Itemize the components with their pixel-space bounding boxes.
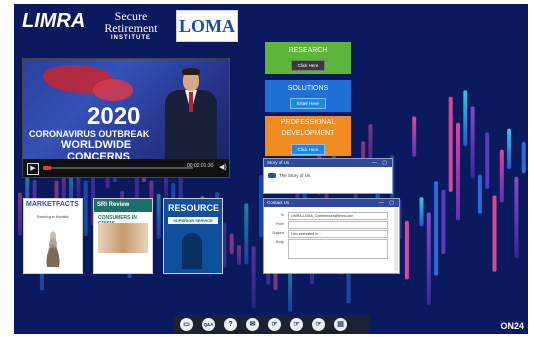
event-console: LIMRA Secure Retirement INSTITUTE LOMA 2… (14, 4, 528, 334)
resource-subtitle: SUPERIOR SERVICE (168, 217, 218, 224)
decorative-bar (412, 116, 417, 157)
decorative-bar (441, 189, 446, 255)
decorative-bar (251, 246, 256, 309)
sri-logo-line3: INSTITUTE (111, 35, 151, 41)
story-of-us-window: Story of Us — ▢ The Story of Us (263, 158, 393, 194)
stacked-stones-image (38, 229, 68, 267)
share-icon[interactable]: ☞ (312, 318, 325, 331)
sri-logo-line2: Retirement (104, 21, 158, 35)
contact-window-title: Contact Us (267, 200, 290, 205)
limra-mini-logo-icon (268, 173, 276, 179)
sri-logo: Secure Retirement INSTITUTE (96, 10, 166, 42)
resources-icon[interactable]: ☞ (268, 318, 281, 331)
story-item[interactable]: The Story of Us (268, 173, 311, 179)
loma-logo: LOMA (176, 10, 238, 42)
solutions-panel: SOLUTIONS Enter Here (265, 80, 351, 112)
subject-field[interactable]: I am interested in... (288, 230, 388, 238)
video-controls: ▶ 00:02:01:30 ◀) (23, 159, 229, 177)
seek-bar[interactable] (43, 166, 193, 170)
contact-scrollbar[interactable] (394, 208, 398, 271)
links-icon[interactable]: ☞ (290, 318, 303, 331)
decorative-bar (492, 195, 497, 272)
email-icon[interactable]: ✉ (246, 318, 259, 331)
decorative-bar (229, 233, 234, 254)
story-item-label: The Story of Us (279, 173, 311, 178)
resource-publication[interactable]: RESOURCE SUPERIOR SERVICE (163, 198, 223, 274)
body-label: Body (276, 240, 284, 244)
help-icon[interactable]: ? (224, 318, 237, 331)
decorative-bar (477, 174, 482, 214)
from-label: From (275, 222, 284, 226)
decorative-bar (456, 122, 460, 221)
video-map-hotspot (93, 79, 133, 101)
story-window-titlebar[interactable]: Story of Us — ▢ (264, 159, 392, 167)
research-button[interactable]: Click Here (290, 60, 326, 71)
profdev-title-line2: DEVELOPMENT (281, 130, 335, 137)
seek-progress (43, 166, 51, 170)
news-anchor-hair (182, 68, 200, 75)
notes-icon[interactable]: ▤ (334, 318, 347, 331)
decorative-bar (404, 220, 409, 280)
video-time: 00:02:01:30 (187, 163, 214, 169)
subject-label: Subject (272, 231, 284, 235)
limra-logo: LIMRA (22, 10, 86, 32)
contact-window-titlebar[interactable]: Contact Us — ▢ (264, 199, 399, 207)
decorative-bar (419, 197, 424, 227)
video-year: 2020 (87, 103, 141, 130)
decorative-bar (237, 245, 241, 266)
news-anchor-tie (189, 92, 193, 112)
video-caption-line2: WORLDWIDE (61, 139, 132, 151)
decorative-bar (499, 149, 504, 203)
profdev-title-line1: PROFESSIONAL (280, 119, 336, 126)
to-label: To (280, 213, 284, 217)
video-player[interactable]: 2020 CORONAVIRUS OUTBREAK WORLDWIDE CONC… (22, 58, 230, 178)
from-field[interactable] (288, 221, 388, 229)
slides-icon[interactable]: ▭ (180, 318, 193, 331)
decorative-bar (156, 193, 161, 239)
decorative-bar (507, 128, 512, 170)
decorative-bar (426, 212, 431, 305)
solutions-button[interactable]: Enter Here (290, 98, 326, 109)
resource-title: RESOURCE (168, 203, 220, 213)
window-controls-icon[interactable]: — ▢ (372, 159, 389, 167)
professional-development-panel: PROFESSIONAL DEVELOPMENT Click Here (265, 116, 351, 156)
window-controls-icon[interactable]: — ▢ (379, 199, 396, 207)
research-title: RESEARCH (288, 47, 328, 54)
story-window-title: Story of Us (267, 160, 290, 165)
market-facts-title: MARKETFACTS (26, 201, 79, 208)
handshake-image (98, 223, 148, 253)
decorative-bar (222, 222, 227, 268)
sri-review-title: SRI Review (94, 199, 152, 212)
solutions-title: SOLUTIONS (287, 85, 329, 92)
volume-icon[interactable]: ◀) (219, 163, 227, 171)
body-field[interactable] (288, 239, 388, 259)
decorative-bar (514, 176, 519, 259)
console-toolbar: ▭ Q&A ? ✉ ☞ ☞ ☞ ▤ (174, 315, 370, 334)
contact-us-window: Contact Us — ▢ To LIMRA-LOMA_Conferences… (263, 198, 400, 274)
research-panel: RESEARCH Click Here (265, 42, 351, 74)
decorative-bar (244, 203, 249, 265)
qa-icon[interactable]: Q&A (202, 318, 215, 331)
decorative-bar (83, 180, 88, 237)
sri-review-publication[interactable]: SRI Review CONSUMERS IN CRISIS (93, 198, 153, 274)
on24-logo: ON24 (500, 321, 524, 331)
decorative-bar (448, 96, 453, 192)
video-caption-line1: CORONAVIRUS OUTBREAK (29, 129, 150, 139)
profdev-button[interactable]: Click Here (290, 144, 326, 155)
market-facts-publication[interactable]: MARKETFACTS Reacting to Mortality (23, 198, 83, 274)
decorative-bar (521, 142, 526, 174)
to-field[interactable]: LIMRA-LOMA_Conferences@limra.com (288, 212, 388, 220)
decorative-bar (434, 181, 439, 276)
decorative-bar (463, 90, 468, 146)
play-icon[interactable]: ▶ (27, 163, 39, 175)
decorative-bar (485, 132, 490, 189)
decorative-bar (18, 192, 22, 236)
decorative-bar (470, 106, 475, 179)
market-facts-subtitle: Reacting to Mortality (37, 215, 69, 219)
person-silhouette-image (182, 233, 202, 269)
